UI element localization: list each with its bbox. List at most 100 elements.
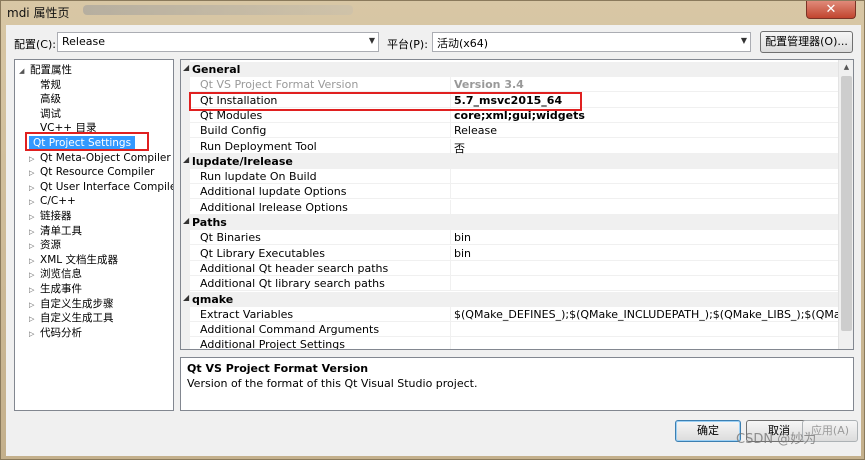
grid-row[interactable]: Additional lrelease Options <box>190 199 840 215</box>
column-divider <box>450 322 451 338</box>
tree-item-label: 链接器 <box>40 210 72 222</box>
property-name: Build Config <box>200 124 267 138</box>
column-divider <box>450 230 451 246</box>
grid-scrollbar[interactable]: ▲ <box>838 60 853 349</box>
tree-item[interactable]: ▷ 生成事件 <box>29 282 82 296</box>
grid-row[interactable]: Qt VS Project Format Version Version 3.4 <box>190 77 840 93</box>
property-name: Paths <box>192 216 227 229</box>
grid-row[interactable]: Additional Project Settings <box>190 337 840 350</box>
property-name: Additional Project Settings <box>200 338 345 350</box>
tree-item[interactable]: ▷ Qt User Interface Compiler <box>29 180 174 195</box>
property-value[interactable]: $(QMake_DEFINES_);$(QMake_INCLUDEPATH_);… <box>454 308 853 321</box>
expand-arrow-icon[interactable]: ▷ <box>29 239 40 253</box>
grid-row[interactable]: Additional Qt header search paths <box>190 260 840 276</box>
grid-row[interactable]: Run Deployment Tool 否 <box>190 138 840 155</box>
close-icon: ✕ <box>825 2 837 17</box>
property-name: Extract Variables <box>200 307 294 321</box>
column-divider <box>450 138 451 154</box>
expand-arrow-icon[interactable]: ▷ <box>29 210 40 224</box>
column-divider <box>450 276 451 292</box>
scroll-thumb[interactable] <box>841 76 852 331</box>
scroll-up-icon[interactable]: ▲ <box>839 60 853 75</box>
tree-item[interactable]: ▷ 自定义生成工具 <box>29 311 114 325</box>
description-panel: Qt VS Project Format Version Version of … <box>180 357 854 411</box>
tree-item[interactable]: ◢ 配置属性 <box>19 63 72 77</box>
expand-arrow-icon[interactable]: ▷ <box>29 166 40 180</box>
tree-item-label: Qt User Interface Compiler <box>40 180 174 193</box>
property-name: General <box>192 63 241 76</box>
grid-row[interactable]: Build Config Release <box>190 123 840 139</box>
expand-arrow-icon[interactable]: ▷ <box>29 312 40 326</box>
tree-item-label: 调试 <box>40 107 61 120</box>
tree-item[interactable]: ▷ 自定义生成步骤 <box>29 297 114 311</box>
grid-row[interactable]: Extract Variables $(QMake_DEFINES_);$(QMa… <box>190 306 853 322</box>
grid-category[interactable]: ◢ lupdate/lrelease <box>183 153 840 169</box>
tree-item[interactable]: ▷ 代码分析 <box>29 326 82 340</box>
grid-row[interactable]: Additional Qt library search paths <box>190 276 840 292</box>
configuration-manager-button[interactable]: 配置管理器(O)... <box>760 31 853 53</box>
property-name: Run lupdate On Build <box>200 170 317 184</box>
grid-row[interactable]: Additional lupdate Options <box>190 184 840 200</box>
expand-arrow-icon[interactable]: ▷ <box>29 283 40 297</box>
close-button[interactable]: ✕ <box>806 1 856 19</box>
title-bar[interactable]: mdi 属性页 ✕ <box>1 1 864 23</box>
expand-arrow-icon[interactable]: ▷ <box>29 181 40 195</box>
platform-combobox[interactable]: 活动(x64) ▼ <box>432 32 751 52</box>
tree-item-label: 代码分析 <box>40 326 82 339</box>
expand-arrow-icon[interactable]: ▷ <box>29 327 40 341</box>
property-value[interactable]: Release <box>454 124 497 137</box>
tree-item[interactable]: ▷ C/C++ <box>29 194 76 208</box>
grid-category[interactable]: ◢ qmake <box>183 291 840 307</box>
tree-item[interactable]: ▷ Qt Meta-Object Compiler <box>29 151 171 165</box>
grid-category[interactable]: ◢ General <box>183 62 840 77</box>
property-value[interactable]: bin <box>454 247 471 260</box>
tree-item[interactable]: 调试 <box>29 107 61 121</box>
highlight-box <box>25 132 149 151</box>
property-value[interactable]: Version 3.4 <box>454 78 524 91</box>
collapse-icon[interactable]: ◢ <box>183 63 189 72</box>
tree-item[interactable]: 高级 <box>29 92 61 106</box>
tree-item[interactable]: 常规 <box>29 78 61 92</box>
column-divider <box>450 199 451 215</box>
grid-row[interactable]: Qt Binaries bin <box>190 230 840 246</box>
tree-item[interactable]: ▷ Qt Resource Compiler <box>29 165 154 179</box>
column-divider <box>450 260 451 276</box>
expand-arrow-icon[interactable]: ▷ <box>29 268 40 282</box>
grid-row[interactable]: Qt Library Executables bin <box>190 245 840 261</box>
tree-item-label: 高级 <box>40 93 61 106</box>
property-name: Qt Library Executables <box>200 246 325 260</box>
expand-arrow-icon[interactable]: ◢ <box>19 64 30 78</box>
expand-arrow-icon[interactable]: ▷ <box>29 298 40 312</box>
tree-item-label: 清单工具 <box>40 224 82 237</box>
tree-item[interactable]: ▷ 清单工具 <box>29 224 82 238</box>
expand-arrow-icon[interactable]: ▷ <box>29 225 40 239</box>
platform-value: 活动(x64) <box>437 37 489 50</box>
tree-item[interactable]: ▷ XML 文档生成器 <box>29 253 118 267</box>
property-value[interactable]: bin <box>454 231 471 244</box>
property-tree[interactable]: ◢ 配置属性 常规 高级 调试 VC++ 目录 Qt Project Settings ▷ Qt… <box>14 59 174 411</box>
expand-arrow-icon[interactable]: ▷ <box>29 152 40 166</box>
property-name: Additional Command Arguments <box>200 323 380 337</box>
grid-row[interactable]: Additional Command Arguments <box>190 322 840 338</box>
tree-item-label: 资源 <box>40 239 61 252</box>
tree-item[interactable]: ▷ 链接器 <box>29 209 72 223</box>
expand-arrow-icon[interactable]: ▷ <box>29 195 40 209</box>
collapse-icon[interactable]: ◢ <box>183 216 189 225</box>
grid-category[interactable]: ◢ Paths <box>183 215 840 230</box>
tree-item-label: 自定义生成步骤 <box>40 297 114 310</box>
ok-button[interactable]: 确定 <box>675 420 741 442</box>
column-divider <box>450 184 451 200</box>
tree-item[interactable]: ▷ 浏览信息 <box>29 267 82 281</box>
grid-row[interactable]: Run lupdate On Build <box>190 169 840 185</box>
expand-arrow-icon[interactable]: ▷ <box>29 254 40 268</box>
column-divider <box>450 77 451 93</box>
property-name: Additional lrelease Options <box>200 200 348 214</box>
property-name: qmake <box>192 292 234 306</box>
collapse-icon[interactable]: ◢ <box>183 293 189 302</box>
property-name: Additional Qt library search paths <box>200 277 385 291</box>
tree-item[interactable]: ▷ 资源 <box>29 238 61 252</box>
tree-item-label: XML 文档生成器 <box>40 253 118 266</box>
config-combobox[interactable]: Release ▼ <box>57 32 379 52</box>
collapse-icon[interactable]: ◢ <box>183 155 189 164</box>
highlight-box <box>189 92 582 111</box>
